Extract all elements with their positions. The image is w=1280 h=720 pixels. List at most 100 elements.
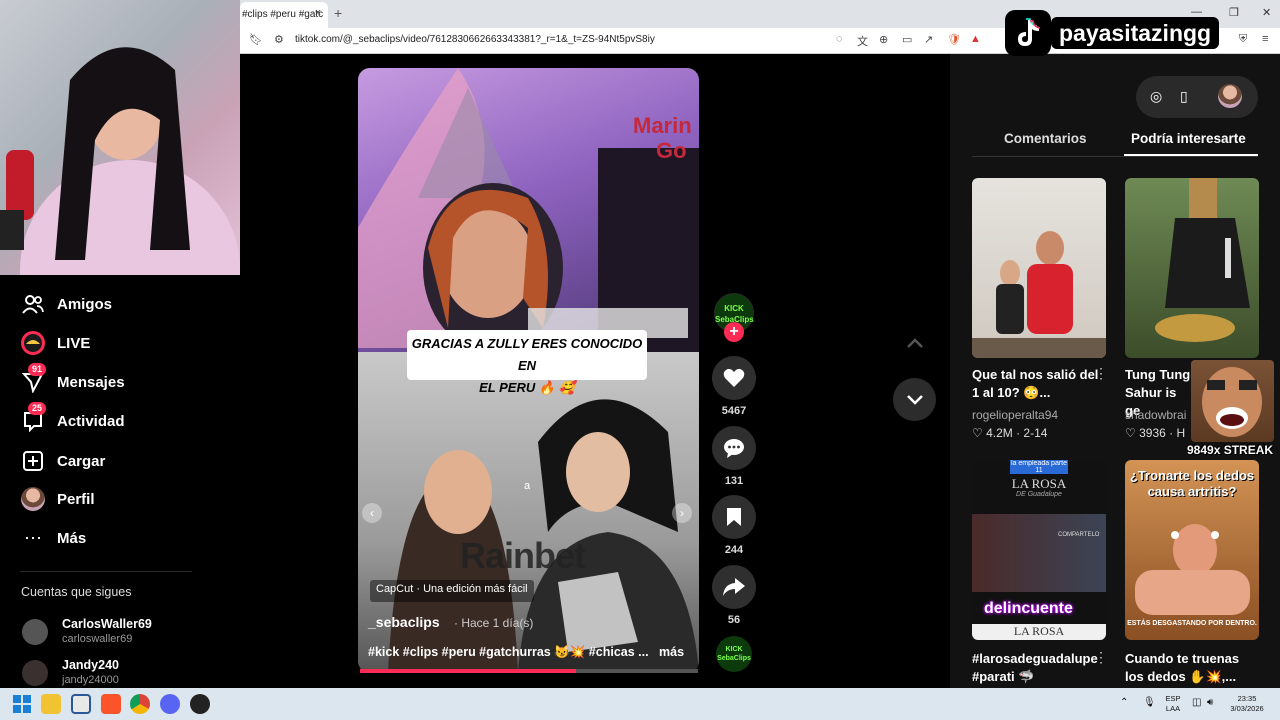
save-count: 244 — [724, 544, 744, 556]
translate-icon[interactable]: 文 — [857, 33, 868, 49]
chrome-icon[interactable] — [130, 694, 150, 714]
recommendation-thumbnail[interactable]: ¿Tronarte los dedos causa artritis? ESTÁ… — [1125, 460, 1259, 640]
menu-icon[interactable]: ≡ — [1262, 33, 1268, 45]
recommendation-title[interactable]: Cuando te truenas los dedos ✋💥,... — [1125, 650, 1253, 686]
recommendation-title[interactable]: Que tal nos salió del 1 al 10? 😳... — [972, 366, 1100, 402]
brave-browser-icon[interactable] — [101, 694, 121, 714]
bookmark-icon[interactable]: 🔖︎ — [249, 33, 263, 46]
brave-rewards-icon[interactable]: ▲ — [970, 33, 981, 45]
sidebar-item-activity[interactable]: 25 Actividad — [20, 402, 210, 436]
sidebar-item-messages[interactable]: 91 Mensajes — [20, 363, 210, 397]
windows-start-icon[interactable] — [12, 694, 32, 714]
capcut-banner[interactable]: CapCut · Una edición más fácil — [370, 580, 534, 602]
site-settings-icon[interactable]: ⚙︎ — [274, 33, 284, 46]
volume-icon[interactable]: 🔊︎ — [1207, 697, 1213, 708]
no-sound-icon[interactable]: ◌ — [836, 33, 843, 45]
chevron-up-icon — [906, 337, 923, 348]
recommendation-thumbnail[interactable] — [1125, 178, 1259, 358]
follow-plus-icon[interactable]: + — [724, 322, 744, 342]
streamer-silhouette — [0, 47, 240, 275]
recommendation-author[interactable]: shadowbrai — [1125, 408, 1189, 422]
close-tab-icon[interactable]: × — [311, 6, 325, 20]
user-avatar[interactable] — [1218, 84, 1242, 108]
avatar — [22, 660, 48, 686]
avatar — [22, 619, 48, 645]
video-caption-overlay: GRACIAS A ZULLY ERES CONOCIDO EN EL PERU… — [407, 330, 647, 395]
comment-button[interactable] — [712, 426, 756, 470]
previous-video-button[interactable] — [893, 321, 936, 364]
discord-icon[interactable] — [160, 694, 180, 714]
carousel-next-icon[interactable]: › — [672, 503, 692, 523]
microphone-icon[interactable]: 🎙︎ — [1143, 697, 1156, 708]
music-disc[interactable]: KICK SebaClips — [716, 636, 752, 672]
language-indicator[interactable]: ESP LAA — [1160, 694, 1186, 714]
new-tab-icon[interactable]: + — [334, 4, 348, 22]
sidebar-item-label: Amigos — [57, 295, 113, 313]
task-view-icon[interactable] — [71, 694, 91, 714]
video-watermark: Rainbet — [460, 535, 586, 576]
video-top-frame: Marin Go — [358, 68, 699, 353]
clock[interactable]: 23:35 3/03/2026 — [1222, 694, 1272, 714]
sidebar-item-friends[interactable]: Amigos — [20, 289, 210, 319]
video-author[interactable]: _sebaclips — [368, 614, 440, 630]
video-progress-bar[interactable] — [360, 669, 698, 673]
like-button[interactable] — [712, 356, 756, 400]
tray-chevron-icon[interactable]: ⌃ — [1120, 697, 1128, 708]
save-button[interactable] — [712, 495, 756, 539]
thumb-caption: ESTÁS DESGASTANDO POR DENTRO. — [1127, 620, 1257, 627]
recommendation-author[interactable]: rogelioperalta94 — [972, 408, 1058, 422]
messages-badge: 91 — [28, 363, 47, 376]
recommendation-thumbnail[interactable] — [972, 178, 1106, 358]
recommendation-thumbnail[interactable]: la empleada parte 11 LA ROSA DE Guadalup… — [972, 460, 1106, 640]
tab-comments[interactable]: Comentarios — [1004, 131, 1087, 146]
following-account[interactable]: Jandy240 jandy24000 — [22, 658, 222, 686]
sidebar-item-more[interactable]: ⋯ Más — [20, 523, 210, 553]
profile-avatar — [20, 486, 46, 512]
sidebar-item-label: Actividad — [57, 412, 125, 430]
tab-recommended[interactable]: Podría interesarte — [1131, 131, 1246, 146]
thumb-scene — [1155, 178, 1250, 342]
kebab-icon[interactable]: ⋮ — [1094, 365, 1108, 382]
video-time: · Hace 1 día(s) — [454, 616, 534, 630]
cast-icon[interactable]: ▭ — [902, 33, 912, 46]
sidebar-item-live[interactable]: LIVE — [20, 328, 210, 358]
brave-shield-icon[interactable]: 🛡︎ — [947, 33, 961, 46]
account-handle: carloswaller69 — [62, 633, 133, 645]
video-hashtags[interactable]: #kick #clips #peru #gatchurras 😼💥 #chica… — [368, 645, 649, 660]
recommendation-title[interactable]: #larosadeguadalupe #parati 🦈 — [972, 650, 1100, 686]
caption-line: GRACIAS A ZULLY ERES CONOCIDO EN — [411, 336, 643, 373]
video-progress-fill — [360, 669, 577, 673]
account-name: CarlosWaller69 — [62, 617, 152, 631]
active-tab-underline — [1124, 154, 1258, 156]
obs-icon[interactable] — [190, 694, 210, 714]
carousel-prev-icon[interactable]: ‹ — [362, 503, 382, 523]
thumb-brand: LA ROSA — [1011, 476, 1067, 491]
zoom-icon[interactable]: ⊕ — [879, 33, 888, 46]
streak-counter: 9849x STREAK — [1187, 443, 1274, 457]
webcam-overlay — [0, 0, 240, 275]
friends-icon — [20, 291, 46, 317]
share-button[interactable] — [712, 565, 756, 609]
chevron-down-icon — [906, 394, 923, 405]
share-icon[interactable]: ↗ — [924, 33, 933, 46]
video-small-text: a — [524, 480, 531, 492]
kebab-icon[interactable]: ⋮ — [1094, 649, 1108, 666]
bookmark-icon — [727, 508, 741, 526]
share-count: 56 — [727, 614, 741, 626]
close-window-icon[interactable]: ✕ — [1262, 6, 1271, 19]
url-field[interactable]: tiktok.com/@_sebaclips/video/76128306626… — [295, 34, 655, 45]
file-explorer-icon[interactable] — [41, 694, 61, 714]
sidebar-item-upload[interactable]: Cargar — [20, 446, 210, 476]
sidebar-item-profile[interactable]: Perfil — [20, 484, 210, 514]
following-account[interactable]: CarlosWaller69 carloswaller69 — [22, 617, 222, 645]
compass-icon[interactable]: ◎ — [1150, 88, 1162, 105]
live-icon — [20, 330, 46, 356]
clock-date: 3/03/2026 — [1230, 704, 1264, 713]
vpn-icon[interactable]: ⛨ — [1239, 33, 1247, 46]
network-icon[interactable]: ◫ — [1192, 697, 1201, 708]
phone-icon[interactable]: ▯ — [1180, 88, 1188, 105]
sidebar-item-label: LIVE — [57, 334, 91, 352]
more-link[interactable]: más — [659, 645, 684, 659]
maximize-icon[interactable]: ❐ — [1229, 6, 1239, 19]
next-video-button[interactable] — [893, 378, 936, 421]
